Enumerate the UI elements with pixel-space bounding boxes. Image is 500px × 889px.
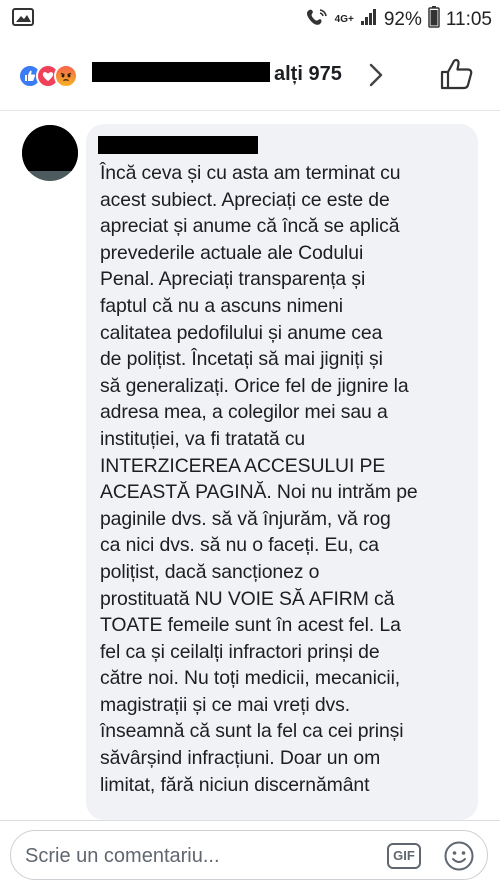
comment-line: calitatea pedofilului și anume cea <box>100 321 383 344</box>
wifi-call-icon <box>305 7 329 33</box>
comment-line: fel ca și ceilalți infractori prinși de <box>100 640 380 663</box>
emoji-icon[interactable] <box>443 840 475 877</box>
comment-input[interactable]: Scrie un comentariu... GIF <box>10 830 488 880</box>
gallery-notification-icon <box>12 8 34 31</box>
comment-line: ca nici dvs. să nu o faceți. Eu, ca <box>100 534 379 557</box>
comment-composer: Scrie un comentariu... GIF <box>0 820 500 889</box>
comment-line: TOATE femeile sunt în acest fel. La <box>100 614 401 637</box>
comment-line: către noi. Nu toți medicii, mecanicii, <box>100 667 401 690</box>
chevron-right-icon[interactable] <box>368 62 384 93</box>
divider <box>0 110 500 111</box>
comment-line: faptul că nu a ascuns nimeni <box>100 294 343 317</box>
signal-icon <box>360 8 378 32</box>
like-button-thumb-icon[interactable] <box>440 58 474 95</box>
avatar[interactable] <box>22 125 78 181</box>
others-count: alți 975 <box>274 63 342 85</box>
battery-percent: 92% <box>383 9 422 30</box>
gif-button[interactable]: GIF <box>387 843 421 869</box>
angry-icon <box>54 64 78 88</box>
clock: 11:05 <box>445 9 492 30</box>
comment-bubble: Încă ceva și cu asta am terminat cu acest… <box>86 124 478 820</box>
comment-line: înseamnă că sunt la fel ca cei prinși <box>100 720 404 743</box>
redacted-avatar <box>22 125 78 171</box>
comment-line: acest subiect. Apreciați ce este de <box>100 188 390 211</box>
network-type: 4G+ <box>334 14 354 25</box>
comment-line: prevederile actuale ale Codului <box>100 241 364 264</box>
comment-line: să generalizați. Orice fel de jignire la <box>100 374 409 397</box>
comment-line: prostituată NU VOIE SĂ AFIRM că <box>100 587 395 610</box>
comment-line: Încă ceva și cu asta am terminat cu <box>100 162 401 184</box>
comment-line: ACEASTĂ PAGINĂ. Noi nu intrăm pe <box>100 481 418 504</box>
comment-line: de polițist. Încetați să mai jigniți și <box>100 348 383 371</box>
comment-text: Încă ceva și cu asta am terminat cu acest… <box>100 160 462 798</box>
comment-line: apreciat și anume că încă se aplică <box>100 215 400 238</box>
comment-line: magistrații și ce mai vreți dvs. <box>100 693 351 716</box>
status-indicators: 4G+ 92% 11:05 <box>305 6 492 34</box>
comment-line: instituției, va fi tratată cu <box>100 427 306 450</box>
status-bar: 4G+ 92% 11:05 <box>0 0 500 36</box>
comment-placeholder: Scrie un comentariu... <box>25 845 220 867</box>
reactions-summary[interactable]: alți 975 <box>0 40 500 110</box>
comment-line: INTERZICEREA ACCESULUI PE <box>100 454 386 477</box>
comment-line: Penal. Apreciați transparența și <box>100 268 366 291</box>
comment-line: limitat, fără niciun discernământ <box>100 773 370 796</box>
reaction-icons <box>18 64 88 90</box>
comment-line: paginile dvs. să vă înjurăm, vă rog <box>100 507 391 530</box>
comment-line: adresa mea, a colegilor mei sau a <box>100 401 388 424</box>
redacted-name <box>92 62 270 82</box>
comment-line: polițist, dacă sancționez o <box>100 560 320 583</box>
battery-icon <box>428 6 440 34</box>
comment-line: săvârșind infracțiuni. Doar un om <box>100 747 381 770</box>
redacted-author-name <box>98 136 258 154</box>
reactors-text: alți 975 <box>92 62 342 86</box>
